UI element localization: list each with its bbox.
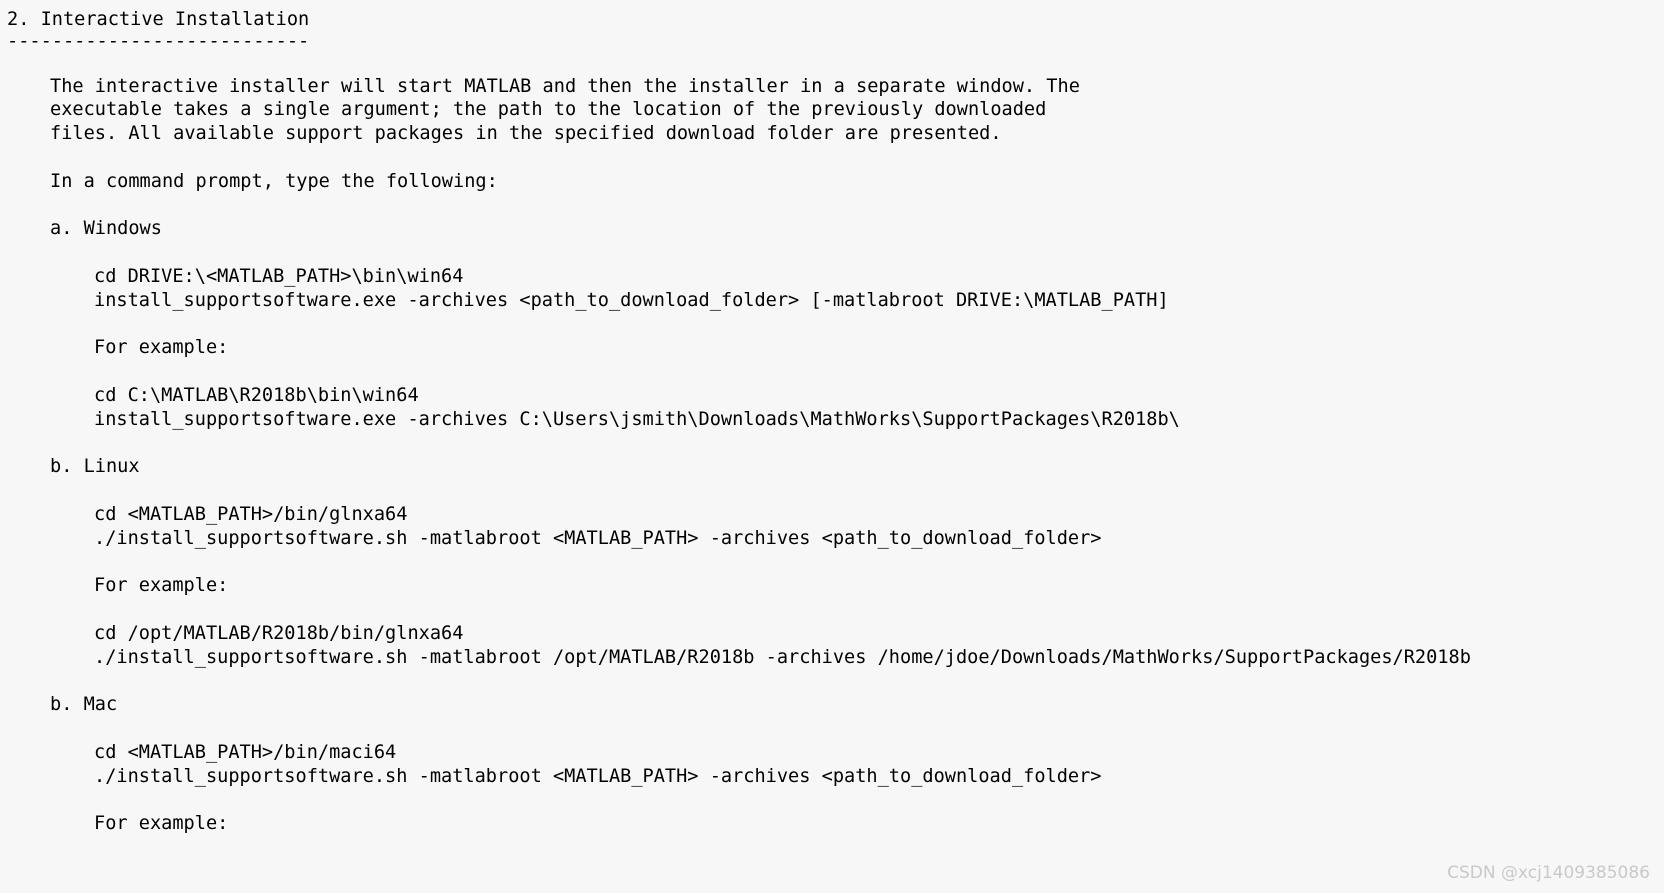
command-line: cd <MATLAB_PATH>/bin/glnxa64 bbox=[94, 503, 408, 525]
command-line: ./install_supportsoftware.sh -matlabroot… bbox=[94, 765, 1102, 787]
example-command-line: cd C:\MATLAB\R2018b\bin\win64 bbox=[94, 384, 419, 406]
command-line: cd DRIVE:\<MATLAB_PATH>\bin\win64 bbox=[94, 265, 464, 287]
section-label-windows: a. Windows bbox=[50, 218, 162, 240]
section-label-mac: b. Mac bbox=[50, 694, 118, 716]
page-title: 2. Interactive Installation bbox=[7, 9, 310, 30]
csdn-watermark: CSDN @xcj1409385086 bbox=[1447, 863, 1650, 883]
command-line: cd <MATLAB_PATH>/bin/maci64 bbox=[94, 741, 397, 763]
section-label-linux: b. Linux bbox=[50, 456, 140, 478]
intro-paragraph-line: executable takes a single argument; the … bbox=[50, 99, 1047, 121]
intro-paragraph-line: The interactive installer will start MAT… bbox=[50, 75, 1080, 97]
example-command-line: install_supportsoftware.exe -archives C:… bbox=[94, 408, 1180, 430]
command-line: install_supportsoftware.exe -archives <p… bbox=[94, 289, 1169, 311]
example-command-line: ./install_supportsoftware.sh -matlabroot… bbox=[94, 646, 1471, 668]
example-command-line: cd /opt/MATLAB/R2018b/bin/glnxa64 bbox=[94, 622, 464, 644]
heading-underline: --------------------------- bbox=[7, 30, 310, 52]
example-label: For example: bbox=[94, 337, 229, 359]
command-line: ./install_supportsoftware.sh -matlabroot… bbox=[94, 527, 1102, 549]
example-label: For example: bbox=[94, 575, 229, 597]
prompt-instruction: In a command prompt, type the following: bbox=[50, 170, 498, 192]
example-label: For example: bbox=[94, 813, 229, 835]
document-body: 2. Interactive Installation ------------… bbox=[0, 0, 1664, 893]
intro-paragraph-line: files. All available support packages in… bbox=[50, 123, 1002, 145]
